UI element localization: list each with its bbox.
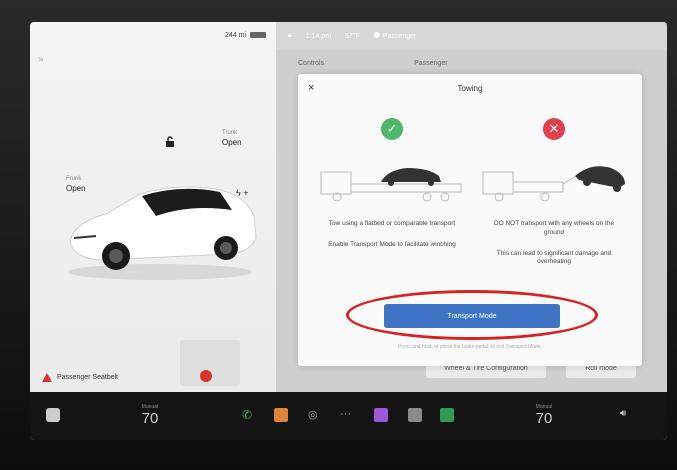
seat-warning-indicator xyxy=(200,370,212,382)
camera-icon[interactable] xyxy=(274,408,288,422)
charge-port-icon[interactable]: ϟ + xyxy=(236,188,249,198)
flatbed-instruction: Tow using a flatbed or comparable transp… xyxy=(328,220,456,227)
seatbelt-alert: Passenger Seatbelt xyxy=(42,373,118,382)
energy-icon[interactable]: ◎ xyxy=(308,408,322,422)
warning-icon xyxy=(42,373,52,382)
trunk-control[interactable]: Trunk Open xyxy=(222,130,242,148)
profile-button[interactable]: Passenger xyxy=(373,32,417,40)
driver-temp-value: 70 xyxy=(141,410,159,427)
user-icon xyxy=(373,32,380,38)
lock-icon[interactable] xyxy=(164,136,176,148)
passenger-temp-value: 70 xyxy=(535,410,553,427)
outside-temp: 57°F xyxy=(345,32,360,40)
battery-icon xyxy=(250,32,266,39)
car-status-panel: 244 mi » Frunk Open Trunk Open ϟ + Passe… xyxy=(30,22,276,392)
controls-title: Controls xyxy=(298,59,325,67)
lock-status-icon: 🔒︎ xyxy=(288,32,292,39)
transport-mode-hint: Enable Transport Mode to facilitate winc… xyxy=(328,240,456,248)
toybox-icon[interactable] xyxy=(374,408,388,422)
no-wheels-warning: DO NOT transport with any wheels on the … xyxy=(493,220,615,236)
chevron-right-icon[interactable]: » xyxy=(38,54,44,65)
controls-profile[interactable]: Passenger xyxy=(414,60,447,67)
bottom-dock: Manual 70 ✆ ◎ ··· Manual 70 🔊︎ xyxy=(30,392,667,440)
flatbed-option: ✓ Tow using a flatbed or comparable tran… xyxy=(312,118,472,250)
range-text: 244 mi xyxy=(224,32,246,39)
trunk-label: Trunk xyxy=(222,130,238,136)
touchscreen: 244 mi » Frunk Open Trunk Open ϟ + Passe… xyxy=(30,22,667,440)
towing-dialog: × Towing ✓ Tow using a flatbed or compar… xyxy=(298,74,642,366)
phone-icon[interactable]: ✆ xyxy=(242,408,256,422)
range-status: 244 mi xyxy=(225,32,266,39)
tow-truck-icon xyxy=(482,166,625,202)
spotify-icon[interactable] xyxy=(440,408,454,422)
alert-text: Passenger Seatbelt xyxy=(57,374,119,381)
passenger-temperature[interactable]: Manual 70 xyxy=(524,404,564,428)
dialog-title: Towing xyxy=(457,84,483,93)
transport-mode-button[interactable]: Transport Mode xyxy=(384,304,560,328)
dialog-footnote: Press and hold, or press the brake pedal… xyxy=(398,344,542,350)
trunk-state: Open xyxy=(222,137,242,147)
flatbed-truck-icon xyxy=(320,168,462,202)
status-bar: 🔒︎ 1:14 pm 57°F Passenger xyxy=(276,22,667,50)
more-icon[interactable]: ··· xyxy=(340,408,354,422)
profile-name: Passenger xyxy=(382,33,417,40)
controls-header: Controls Passenger xyxy=(276,54,667,72)
clock: 1:14 pm xyxy=(305,32,332,40)
checkmark-icon: ✓ xyxy=(381,118,403,140)
driver-temperature[interactable]: Manual 70 xyxy=(130,404,170,428)
damage-warning: This can lead to significant damage and … xyxy=(496,249,612,266)
display-bezel: 244 mi » Frunk Open Trunk Open ϟ + Passe… xyxy=(0,0,677,470)
calendar-icon[interactable] xyxy=(408,408,422,422)
x-mark-icon: ✕ xyxy=(543,118,565,140)
car-image xyxy=(68,186,257,280)
volume-icon[interactable]: 🔊︎ xyxy=(620,408,634,422)
wheel-lift-option: ✕ DO NOT transport with any wheels on th… xyxy=(474,118,634,267)
car-icon[interactable] xyxy=(46,408,60,422)
seat-map-thumbnail[interactable] xyxy=(180,340,240,386)
